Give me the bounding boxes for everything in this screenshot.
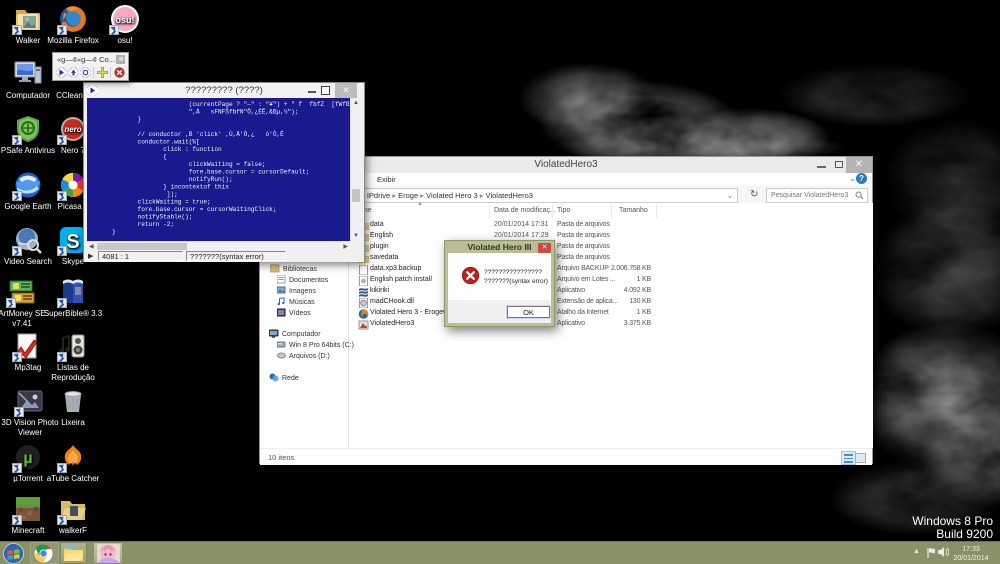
svg-text:µ: µ: [23, 450, 32, 467]
svg-text:nero: nero: [64, 125, 81, 134]
svg-text:S: S: [66, 231, 79, 253]
svg-text:osu!: osu!: [116, 15, 135, 25]
